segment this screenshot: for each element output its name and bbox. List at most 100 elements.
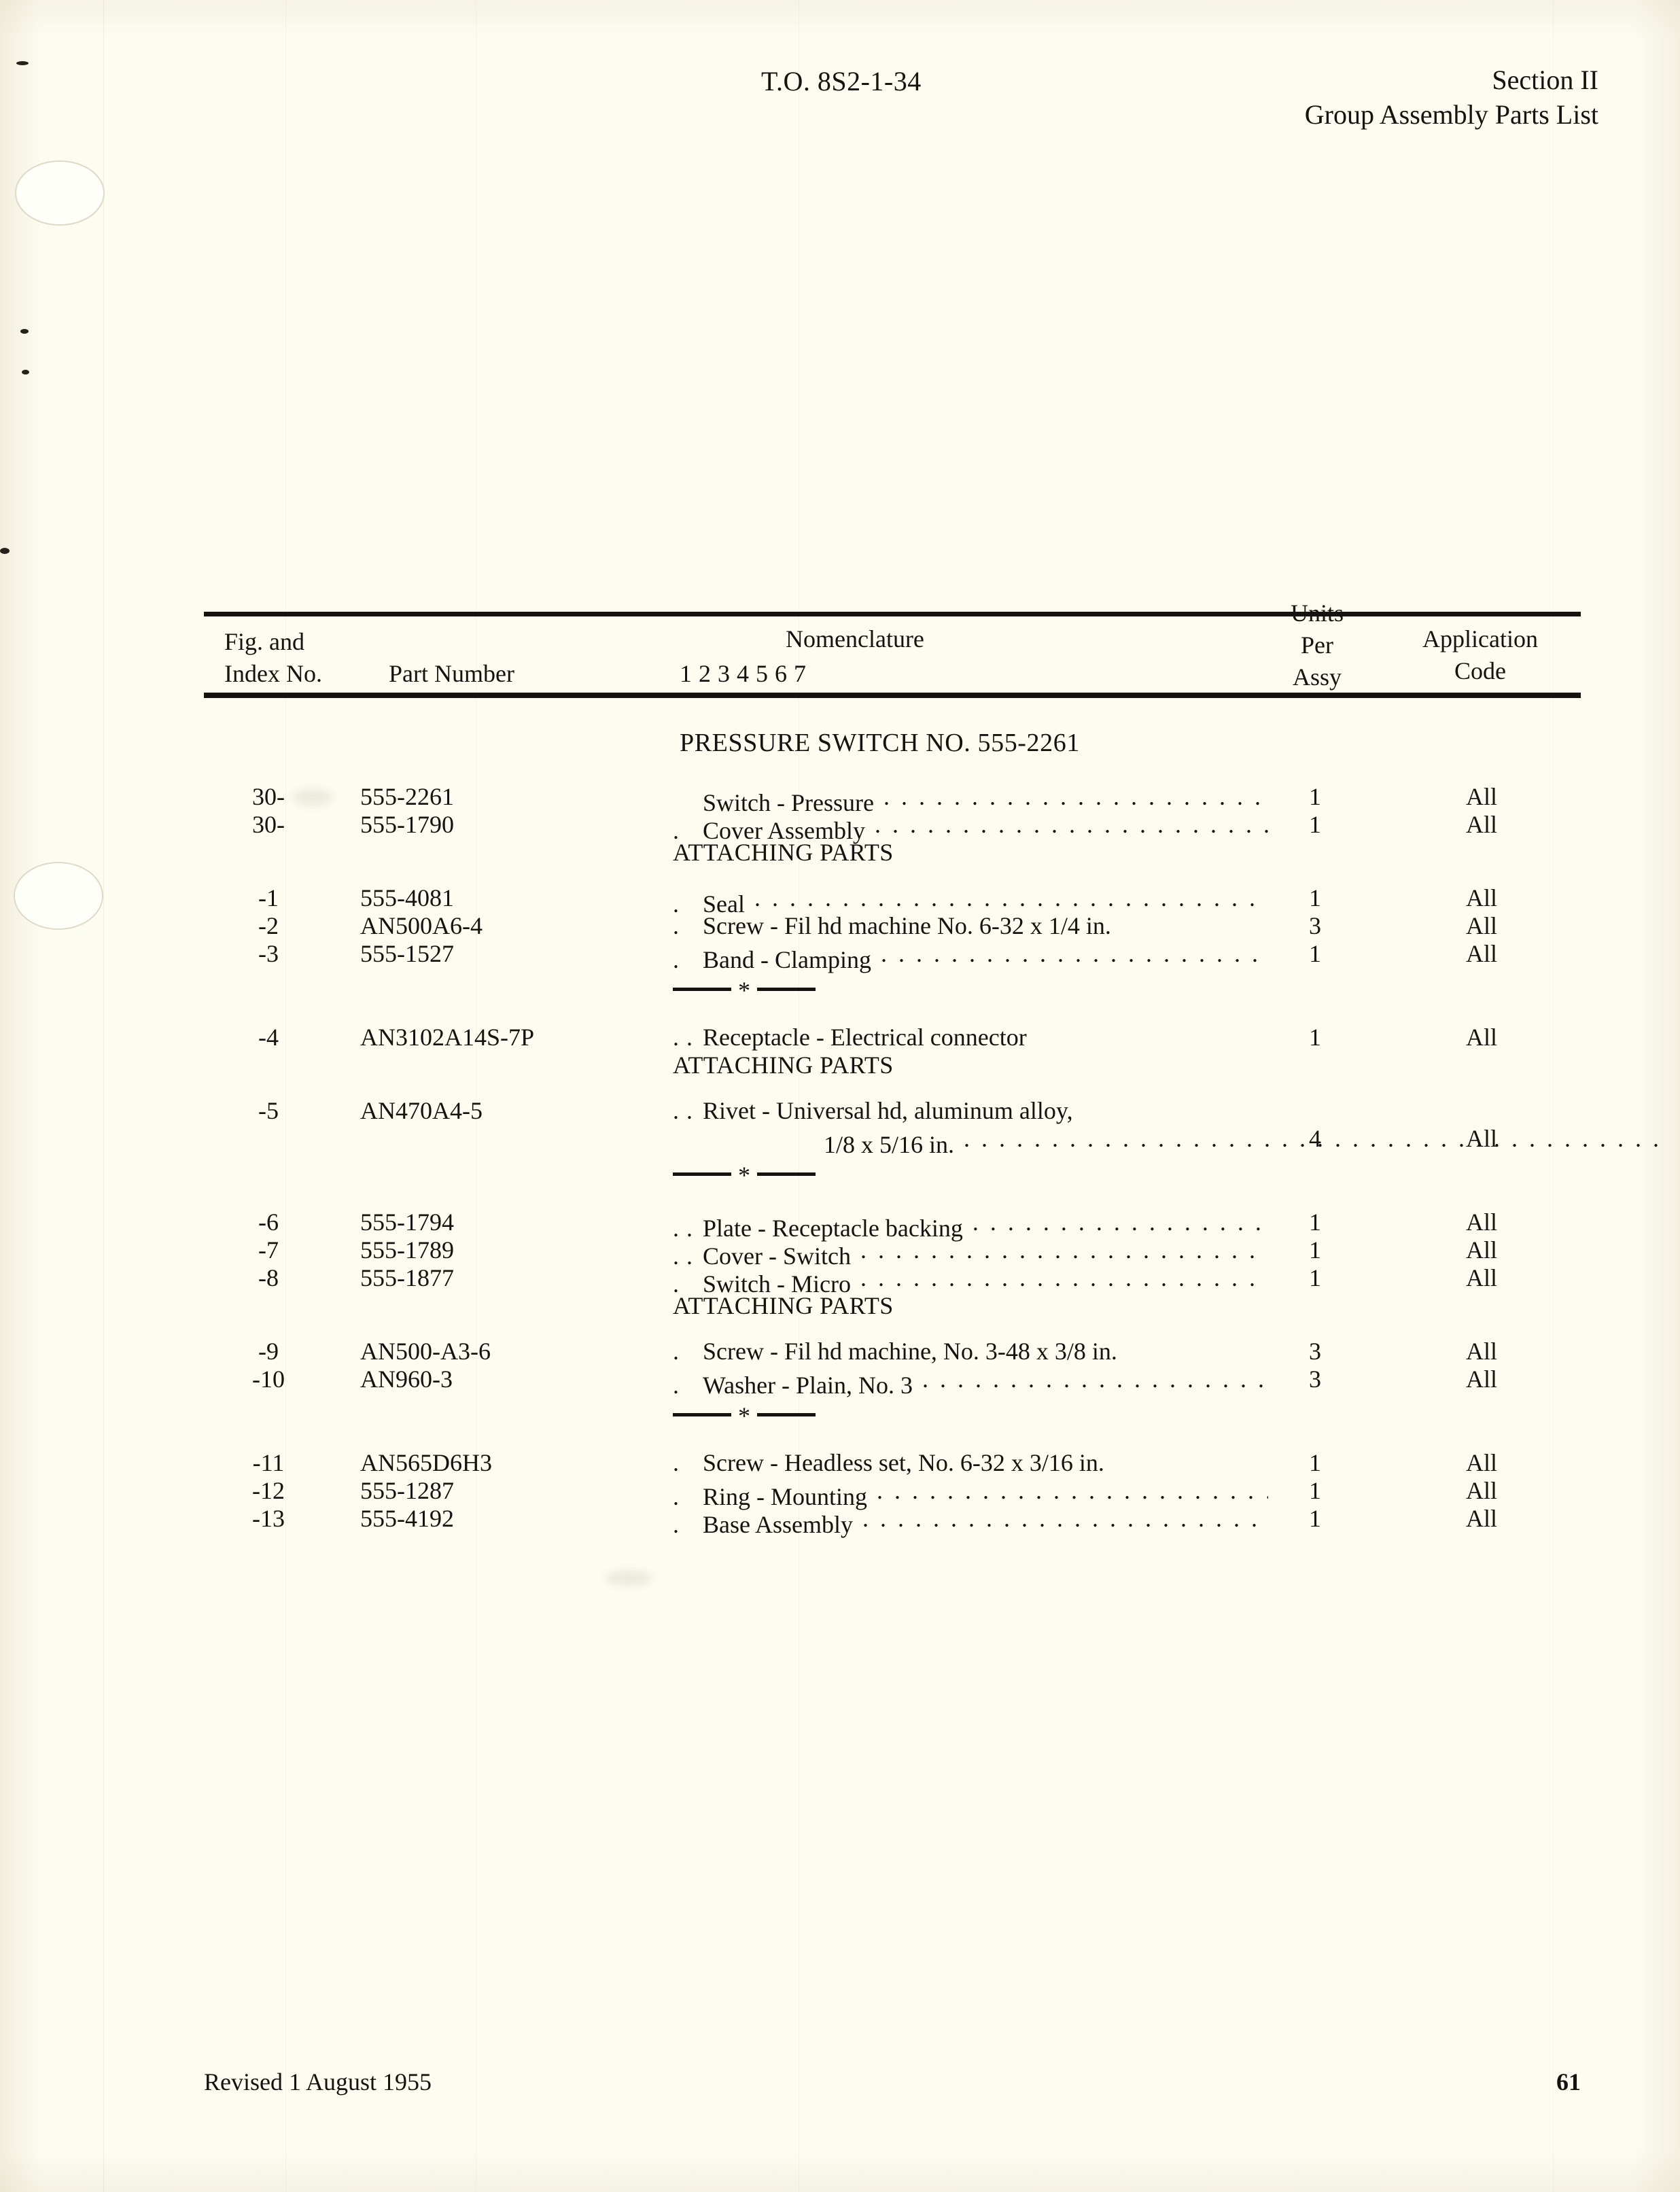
fig-index-number: -1 <box>258 884 279 911</box>
indent-dots: . . <box>673 1024 693 1051</box>
nomenclature-text: Screw - Fil hd machine No. 6-32 x 1/4 in… <box>703 912 1111 939</box>
part-number-value: AN500A6-4 <box>360 912 483 939</box>
separator-rule-left <box>673 987 731 991</box>
document-page: T.O. 8S2-1-34 Section II Group Assembly … <box>0 0 1680 2192</box>
part-number-value: 555-4081 <box>360 884 454 911</box>
fig-index-number: 30- <box>252 783 285 810</box>
part-number-value: AN565D6H3 <box>360 1449 492 1476</box>
row-spacer <box>204 1428 1581 1448</box>
part-number-value: 555-1794 <box>360 1208 454 1236</box>
application-code-value: All <box>1465 1505 1497 1532</box>
part-number-value: 555-1527 <box>360 940 454 967</box>
fig-index-number: -12 <box>252 1477 285 1504</box>
table-header-rule <box>204 693 1581 698</box>
section-heading: Section II Group Assembly Parts List <box>1305 63 1598 132</box>
column-header-part-number: Part Number <box>389 660 514 688</box>
dot-leader: ........................................ <box>972 1208 1268 1236</box>
row-spacer <box>204 1187 1581 1208</box>
dot-leader: ........................................ <box>877 1477 1268 1504</box>
units-per-assy-value: 1 <box>1309 1236 1321 1264</box>
dot-leader: ........................................ <box>860 1264 1268 1291</box>
column-header-units-line2: Per <box>1301 631 1333 659</box>
parts-rows-container: 30- 555-2261 Switch - Pressure............… <box>204 782 1659 1538</box>
indent-dots: . <box>673 946 680 973</box>
units-per-assy-value: 1 <box>1309 783 1321 810</box>
indent-dots: . <box>673 1338 680 1365</box>
separator-rule-left <box>673 1412 731 1416</box>
nomenclature-text: Screw - Fil hd machine, No. 3-48 x 3/8 i… <box>703 1338 1117 1365</box>
indent-dots: . <box>673 1511 680 1538</box>
dot-leader: ........................................ <box>880 940 1268 967</box>
section-subtitle: Group Assembly Parts List <box>1304 99 1598 131</box>
separator-rule-left <box>673 1172 731 1176</box>
fig-index-number: -11 <box>252 1449 285 1476</box>
units-per-assy-value: 1 <box>1309 940 1321 967</box>
revision-date: Revised 1 August 1955 <box>204 2068 432 2095</box>
fig-index-number: -2 <box>258 912 279 939</box>
units-per-assy-value: 3 <box>1309 1365 1321 1393</box>
indent-dots: . <box>673 1372 680 1399</box>
table-row: -2 AN500A6-4. Screw - Fil hd machine No. 6… <box>204 911 1581 939</box>
nomenclature-text: Washer - Plain, No. 3 <box>703 1372 913 1399</box>
separator-rule-right <box>757 987 816 991</box>
dot-leader: ........................................ <box>922 1365 1268 1393</box>
application-code-value: All <box>1465 1264 1497 1291</box>
separator-rule-right <box>757 1172 816 1176</box>
part-number-value: AN3102A14S-7P <box>360 1024 535 1051</box>
application-code-value: All <box>1465 1365 1497 1393</box>
column-header-fig-line1: Fig. and <box>224 628 305 656</box>
asterisk-icon: * <box>738 1162 750 1189</box>
part-number-value: 555-1877 <box>360 1264 454 1291</box>
parts-list-table: Fig. and Index No. Part Number Nomenclat… <box>204 599 1659 1538</box>
column-header-indent-digits: 1 2 3 4 5 6 7 <box>680 660 807 688</box>
table-row: 30- 555-1790. Cover Assembly..............… <box>204 810 1581 844</box>
table-row: -12 555-1287. Ring - Mounting.............… <box>204 1476 1581 1510</box>
section-label: Section II <box>1492 65 1598 95</box>
fig-index-number: -5 <box>258 1097 279 1124</box>
application-code-value: All <box>1465 1449 1497 1476</box>
attaching-parts-subheading-row: ATTACHING PARTS <box>204 1051 1581 1079</box>
application-code-value: All <box>1465 1208 1497 1236</box>
attaching-parts-subheading-row: ATTACHING PARTS <box>204 838 1581 866</box>
indent-dots: . <box>673 1449 680 1476</box>
nomenclature-cell: . Band - Clamping........................… <box>673 939 1268 974</box>
part-number-value: AN470A4-5 <box>360 1097 483 1124</box>
nomenclature-cell: . Screw - Fil hd machine No. 6-32 x 1/4 i… <box>673 911 1268 940</box>
star-separator-inner: * <box>673 1404 816 1428</box>
application-code-value: All <box>1465 811 1497 838</box>
table-row: -9 AN500-A3-6. Screw - Fil hd machine, No.… <box>204 1337 1581 1365</box>
application-code-value: All <box>1465 1236 1497 1264</box>
application-code-value: All <box>1465 1024 1497 1051</box>
fig-index-number: 30- <box>252 811 285 838</box>
application-code-value: All <box>1465 940 1497 967</box>
table-row: -3 555-1527. Band - Clamping..............… <box>204 939 1581 973</box>
table-row: -1 555-4081. Seal.........................… <box>204 884 1581 918</box>
page-number: 61 <box>1556 2068 1581 2095</box>
column-header-units-per-assy: Units Per Assy <box>1263 597 1371 693</box>
part-number-value: 555-1287 <box>360 1477 454 1504</box>
fig-index-number: -4 <box>258 1024 279 1051</box>
indent-dots: . <box>673 912 680 939</box>
application-code-value: All <box>1465 783 1497 810</box>
running-head: T.O. 8S2-1-34 Section II Group Assembly … <box>0 65 1680 147</box>
dot-leader: ........................................ <box>883 783 1268 810</box>
units-per-assy-value: 1 <box>1309 1024 1321 1051</box>
units-per-assy-value: 1 <box>1309 1208 1321 1236</box>
attaching-parts-label: ATTACHING PARTS <box>673 1292 894 1319</box>
table-row: 30- 555-2261 Switch - Pressure............… <box>204 782 1581 816</box>
units-per-assy-value: 1 <box>1309 811 1321 838</box>
table-row: -4 AN3102A14S-7P . . Receptacle - Electrica… <box>204 1023 1581 1051</box>
column-header-application-code: Application Code <box>1378 623 1582 687</box>
nomenclature-text: 1/8 x 5/16 in. <box>824 1131 955 1158</box>
nomenclature-cell: . Screw - Fil hd machine, No. 3-48 x 3/8 … <box>673 1337 1268 1365</box>
table-column-headers: Fig. and Index No. Part Number Nomenclat… <box>204 599 1582 693</box>
nomenclature-text: Rivet - Universal hd, aluminum alloy, <box>703 1097 1073 1124</box>
fig-index-number: -13 <box>252 1505 285 1532</box>
dot-leader: ........................................ <box>860 1236 1268 1264</box>
nomenclature-text: Base Assembly <box>703 1511 853 1538</box>
fig-index-number: -8 <box>258 1264 279 1291</box>
units-per-assy-value: 3 <box>1309 1338 1321 1365</box>
attaching-parts-label: ATTACHING PARTS <box>673 839 894 866</box>
nomenclature-cell: . . Receptacle - Electrical connector <box>673 1023 1268 1051</box>
star-separator: * <box>204 1401 1581 1428</box>
